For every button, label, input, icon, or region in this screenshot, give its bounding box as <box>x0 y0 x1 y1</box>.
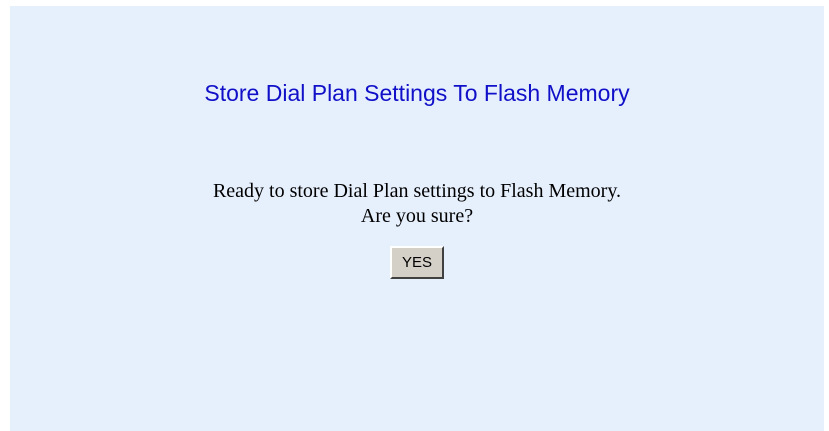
message-line-2: Are you sure? <box>360 205 474 227</box>
button-row: YES <box>10 246 824 279</box>
message-line-1: Ready to store Dial Plan settings to Fla… <box>212 180 622 202</box>
confirmation-message: Ready to store Dial Plan settings to Fla… <box>10 179 824 229</box>
page-title: Store Dial Plan Settings To Flash Memory <box>204 80 630 106</box>
content-panel: Store Dial Plan Settings To Flash Memory… <box>10 6 824 431</box>
yes-button[interactable]: YES <box>390 246 444 279</box>
